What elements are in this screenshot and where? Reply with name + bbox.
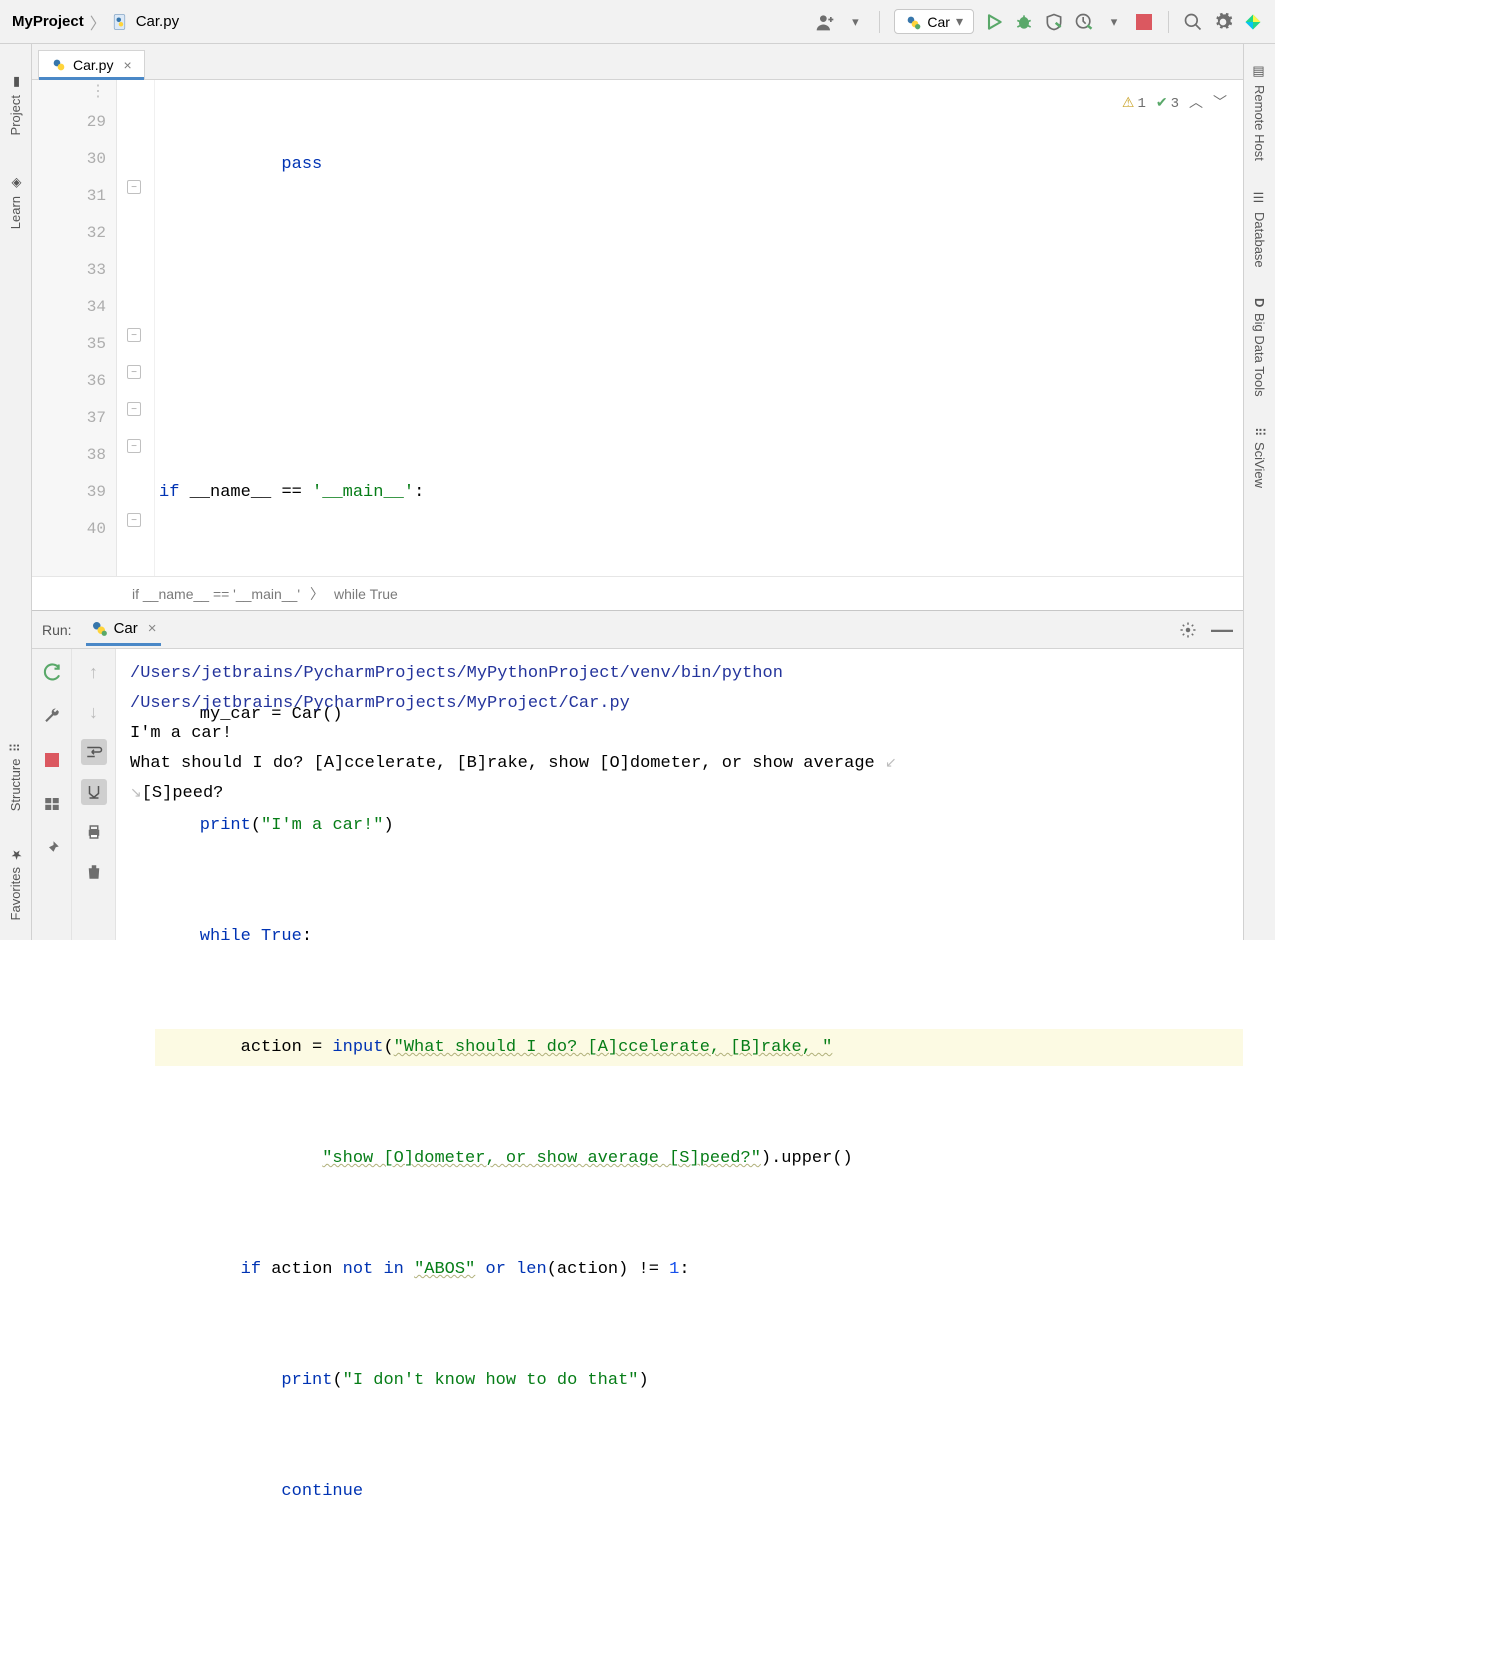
- breadcrumb-project[interactable]: MyProject: [12, 13, 84, 30]
- favorites-tool-button[interactable]: Favorites ★: [8, 846, 23, 920]
- editor-tab-label: Car.py: [73, 57, 113, 73]
- run-toolbar-secondary: ↑ ↓: [72, 649, 116, 940]
- gear-icon[interactable]: [1213, 12, 1233, 32]
- breadcrumb-file[interactable]: Car.py: [136, 13, 179, 30]
- wrench-icon[interactable]: [39, 703, 65, 729]
- left-tool-rail: Project ▮ Learn ◈ Structure ⠿ Favorites …: [0, 44, 32, 940]
- toolbar-divider: [879, 11, 880, 33]
- debug-icon[interactable]: [1014, 12, 1034, 32]
- fold-toggle-icon[interactable]: −: [127, 328, 141, 342]
- structure-icon: ⠿: [8, 743, 23, 753]
- code-area[interactable]: pass if __name__ == '__main__': my_car =…: [155, 80, 1243, 576]
- editor-tab-bar: Car.py ×: [32, 44, 1243, 80]
- run-icon[interactable]: [984, 12, 1004, 32]
- close-icon[interactable]: ×: [123, 57, 131, 73]
- down-arrow-icon[interactable]: ↓: [81, 699, 107, 725]
- breadcrumb: MyProject 〉 Car.py: [12, 10, 179, 34]
- scroll-to-end-icon[interactable]: [81, 779, 107, 805]
- top-navigation-bar: MyProject 〉 Car.py ▾ Car ▾ ▾: [0, 0, 1275, 44]
- stop-icon[interactable]: [1134, 12, 1154, 32]
- structure-tool-button[interactable]: Structure ⠿: [8, 743, 23, 811]
- code-editor[interactable]: ⋮ 29 30 31 32 33 34 35 36 37 38 39 40 − …: [32, 80, 1243, 576]
- fold-toggle-icon[interactable]: −: [127, 180, 141, 194]
- print-icon[interactable]: [81, 819, 107, 845]
- learn-icon: ◈: [8, 175, 23, 190]
- add-user-icon[interactable]: [815, 12, 835, 32]
- chevron-up-icon[interactable]: ︿: [1189, 86, 1203, 123]
- star-icon: ★: [8, 846, 23, 861]
- dropdown-caret-icon[interactable]: ▾: [1104, 12, 1124, 32]
- trash-icon[interactable]: [81, 859, 107, 885]
- dropdown-caret-icon[interactable]: ▾: [845, 12, 865, 32]
- fold-toggle-icon[interactable]: −: [127, 365, 141, 379]
- remote-host-tool-button[interactable]: ▤ Remote Host: [1252, 64, 1267, 161]
- pin-icon[interactable]: [39, 835, 65, 861]
- checkmark-icon: ✔: [1156, 86, 1168, 123]
- line-number-gutter: ⋮ 29 30 31 32 33 34 35 36 37 38 39 40: [32, 80, 117, 576]
- dropdown-caret-icon: ▾: [956, 13, 963, 30]
- chevron-right-icon: 〉: [90, 10, 106, 34]
- run-config-label: Car: [927, 14, 950, 30]
- warning-icon: ⚠: [1122, 86, 1135, 123]
- run-tool-window: Run: Car × —: [32, 610, 1243, 940]
- run-panel-label: Run:: [42, 622, 72, 638]
- folder-icon: ▮: [8, 74, 23, 89]
- python-icon: [905, 14, 921, 30]
- python-icon: [90, 619, 108, 637]
- jetbrains-logo-icon[interactable]: [1243, 12, 1263, 32]
- python-file-icon: [51, 57, 67, 73]
- inspection-widget[interactable]: ⚠1 ✔3 ︿ ﹀: [1122, 86, 1227, 123]
- database-tool-button[interactable]: ☰ Database: [1252, 191, 1267, 268]
- fold-toggle-icon[interactable]: −: [127, 402, 141, 416]
- soft-wrap-indicator-icon: ↙: [885, 756, 897, 772]
- toolbar-divider: [1168, 11, 1169, 33]
- soft-wrap-indicator-icon: ↘: [130, 786, 142, 802]
- fold-gutter: − − − − − −: [117, 80, 155, 576]
- big-data-tools-button[interactable]: D Big Data Tools: [1252, 298, 1267, 397]
- editor-tab-car[interactable]: Car.py ×: [38, 50, 145, 79]
- search-icon[interactable]: [1183, 12, 1203, 32]
- chevron-down-icon[interactable]: ﹀: [1213, 86, 1227, 123]
- layout-icon[interactable]: [39, 791, 65, 817]
- fold-toggle-icon[interactable]: −: [127, 439, 141, 453]
- learn-tool-button[interactable]: Learn ◈: [8, 175, 23, 229]
- profile-icon[interactable]: [1074, 12, 1094, 32]
- right-tool-rail: ▤ Remote Host ☰ Database D Big Data Tool…: [1243, 44, 1275, 940]
- run-configuration-select[interactable]: Car ▾: [894, 9, 974, 34]
- run-tab-car[interactable]: Car ×: [86, 613, 161, 646]
- run-toolbar-primary: [32, 649, 72, 940]
- soft-wrap-icon[interactable]: [81, 739, 107, 765]
- rerun-icon[interactable]: [39, 659, 65, 685]
- database-icon: ☰: [1252, 191, 1267, 206]
- python-file-icon: [112, 13, 130, 31]
- sciview-tool-button[interactable]: ⠿ SciView: [1252, 427, 1267, 489]
- sciview-icon: ⠿: [1252, 427, 1267, 437]
- up-arrow-icon[interactable]: ↑: [81, 659, 107, 685]
- fold-toggle-icon[interactable]: −: [127, 513, 141, 527]
- remote-icon: ▤: [1252, 64, 1267, 79]
- stop-icon[interactable]: [39, 747, 65, 773]
- project-tool-button[interactable]: Project ▮: [8, 74, 23, 135]
- coverage-icon[interactable]: [1044, 12, 1064, 32]
- console-output[interactable]: /Users/jetbrains/PycharmProjects/MyPytho…: [116, 649, 1243, 940]
